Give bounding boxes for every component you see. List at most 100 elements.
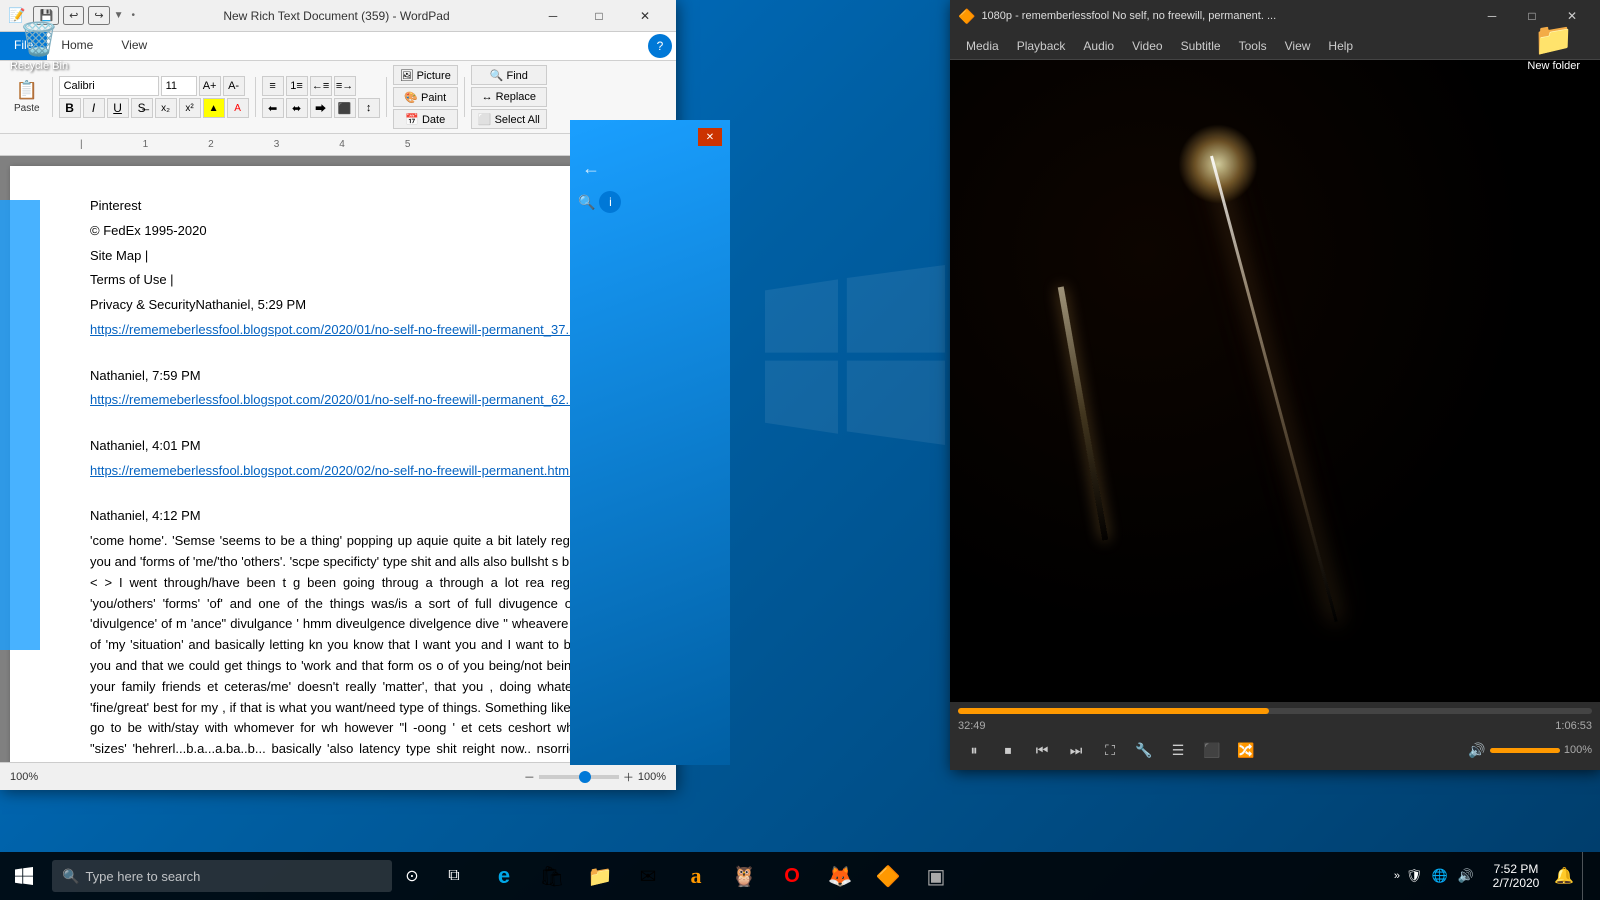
bullet-list-btn[interactable]: ≡ (262, 76, 284, 96)
underline-btn[interactable]: U (107, 98, 129, 118)
tray-network-icon[interactable]: 🌐 (1428, 864, 1452, 888)
taskbar-app-edge[interactable]: e (480, 852, 528, 900)
font-color-btn[interactable]: A (227, 98, 249, 118)
select-all-btn[interactable]: ⬜ Select All (471, 109, 547, 129)
bold-btn[interactable]: B (59, 98, 81, 118)
ribbon-help-btn[interactable]: ? (648, 34, 672, 58)
strikethrough-btn[interactable]: S̶ (131, 98, 153, 118)
quick-access-dropdown[interactable]: ▼ (114, 10, 124, 21)
align-left-btn[interactable]: ⬅ (262, 98, 284, 118)
vlc-pause-btn[interactable]: ⏸ (958, 736, 990, 764)
taskbar-app-mail[interactable]: ✉ (624, 852, 672, 900)
blue-search-icon[interactable]: 🔍 (578, 194, 595, 211)
tray-volume-icon[interactable]: 🔊 (1454, 864, 1478, 888)
vlc-menu-media[interactable]: Media (958, 35, 1007, 57)
blue-info-icon[interactable]: i (599, 191, 621, 213)
ribbon-format-row: B I U S̶ x₂ x² ▲ A (59, 98, 249, 118)
doc-link1-anchor[interactable]: https://rememeberlessfool.blogspot.com/2… (90, 322, 594, 337)
show-desktop-btn[interactable] (1582, 852, 1592, 900)
redo-quick-btn[interactable]: ↪ (88, 6, 109, 25)
insert-datetime-btn[interactable]: 📅 Date (393, 109, 458, 129)
ribbon-sep3 (386, 77, 387, 117)
line-spacing-btn[interactable]: ↕ (358, 98, 380, 118)
taskbar-clock[interactable]: 7:52 PM 2/7/2020 (1486, 862, 1546, 890)
start-button[interactable] (0, 852, 48, 900)
font-grow-btn[interactable]: A+ (199, 76, 221, 96)
doc-link1[interactable]: https://rememeberlessfool.blogspot.com/2… (90, 320, 606, 341)
vlc-menu-video[interactable]: Video (1124, 35, 1170, 57)
font-size-input[interactable] (161, 76, 197, 96)
taskbar-search-input[interactable] (85, 869, 382, 884)
superscript-btn[interactable]: x² (179, 98, 201, 118)
align-center-btn[interactable]: ⬌ (286, 98, 308, 118)
zoom-minus-btn[interactable]: － (524, 769, 535, 785)
zoom-slider[interactable] (539, 775, 619, 779)
taskbar-app-tripadvisor[interactable]: 🦉 (720, 852, 768, 900)
vlc-volume-icon[interactable]: 🔊 (1468, 742, 1485, 759)
italic-btn[interactable]: I (83, 98, 105, 118)
taskbar-app-explorer[interactable]: 📁 (576, 852, 624, 900)
recycle-bin-icon[interactable]: 🗑️ Recycle Bin (10, 20, 68, 72)
replace-btn[interactable]: ↔ Replace (471, 87, 547, 107)
insert-paint-btn[interactable]: 🎨 Paint (393, 87, 458, 107)
show-hidden-icons-btn[interactable]: » (1394, 870, 1400, 882)
notification-btn[interactable]: 🔔 (1546, 852, 1582, 900)
vlc-menu-audio[interactable]: Audio (1075, 35, 1122, 57)
indent-more-btn[interactable]: ≡→ (334, 76, 356, 96)
vlc-video-area[interactable] (950, 60, 1600, 702)
vlc-extended-btn[interactable]: 🔧 (1128, 736, 1160, 764)
vlc-stop-btn[interactable]: ⏹ (992, 736, 1024, 764)
doc-link2-anchor[interactable]: https://rememeberlessfool.blogspot.com/2… (90, 392, 594, 407)
taskbar-app-vlc[interactable]: 🔶 (864, 852, 912, 900)
vlc-time-row: 32:49 1:06:53 (958, 720, 1592, 732)
vlc-volume-bar[interactable] (1490, 748, 1560, 753)
taskbar-app-firefox[interactable]: 🦊 (816, 852, 864, 900)
vlc-fullscreen-btn[interactable]: ⛶ (1094, 736, 1126, 764)
vlc-prev-btn[interactable]: ⏮ (1026, 736, 1058, 764)
vlc-menu-subtitle[interactable]: Subtitle (1173, 35, 1229, 57)
subscript-btn[interactable]: x₂ (155, 98, 177, 118)
taskbar-app-store[interactable]: 🛍 (528, 852, 576, 900)
task-view-btn[interactable]: ⧉ (432, 852, 476, 900)
taskbar-search-bar[interactable]: 🔍 (52, 860, 392, 892)
wordpad-close-btn[interactable]: ✕ (622, 0, 668, 32)
blue-close-btn[interactable]: ✕ (698, 128, 722, 146)
num-list-btn[interactable]: 1≡ (286, 76, 308, 96)
cortana-btn[interactable]: ⊙ (392, 852, 432, 900)
vlc-next-btn[interactable]: ⏭ (1060, 736, 1092, 764)
doc-link2[interactable]: https://rememeberlessfool.blogspot.com/2… (90, 390, 606, 411)
wordpad-maximize-btn[interactable]: □ (576, 0, 622, 32)
vlc-progress-bar[interactable] (958, 708, 1592, 714)
blue-back-arrow[interactable]: ← (578, 154, 722, 183)
ruler-mark-1: 1 (143, 139, 149, 150)
tray-antivirus-icon[interactable]: 🛡 (1402, 864, 1426, 888)
align-justify-btn[interactable]: ⬛ (334, 98, 356, 118)
zoom-plus-btn[interactable]: ＋ (623, 769, 634, 785)
vlc-frame-btn[interactable]: ⬛ (1196, 736, 1228, 764)
taskbar-app-opera[interactable]: O (768, 852, 816, 900)
doc-link3-anchor[interactable]: https://rememeberlessfool.blogspot.com/2… (90, 463, 572, 478)
vlc-loop-btn[interactable]: 🔀 (1230, 736, 1262, 764)
vlc-menu-view[interactable]: View (1277, 35, 1319, 57)
doc-line-terms: Terms of Use | (90, 270, 606, 291)
font-shrink-btn[interactable]: A- (223, 76, 245, 96)
tab-view[interactable]: View (107, 32, 161, 60)
taskbar-app-amazon[interactable]: a (672, 852, 720, 900)
wordpad-minimize-btn[interactable]: ─ (530, 0, 576, 32)
ribbon-paste-btn[interactable]: 📋 Paste (8, 76, 46, 118)
taskbar-app-unknown[interactable]: ▣ (912, 852, 960, 900)
vlc-playlist-btn[interactable]: ☰ (1162, 736, 1194, 764)
font-family-input[interactable] (59, 76, 159, 96)
vlc-menu-help[interactable]: Help (1320, 35, 1361, 57)
vlc-minimize-btn[interactable]: ─ (1472, 0, 1512, 32)
find-btn[interactable]: 🔍 Find (471, 65, 547, 85)
align-right-btn[interactable]: ⮕ (310, 98, 332, 118)
highlight-btn[interactable]: ▲ (203, 98, 225, 118)
doc-link3[interactable]: https://rememeberlessfool.blogspot.com/2… (90, 461, 606, 482)
indent-less-btn[interactable]: ←≡ (310, 76, 332, 96)
vlc-menu-playback[interactable]: Playback (1009, 35, 1074, 57)
vlc-menu-tools[interactable]: Tools (1231, 35, 1275, 57)
new-folder-icon[interactable]: 📁 New folder (1527, 20, 1580, 72)
ribbon-tab-spacer (161, 32, 644, 60)
insert-picture-btn[interactable]: 🖼 Picture (393, 65, 458, 85)
